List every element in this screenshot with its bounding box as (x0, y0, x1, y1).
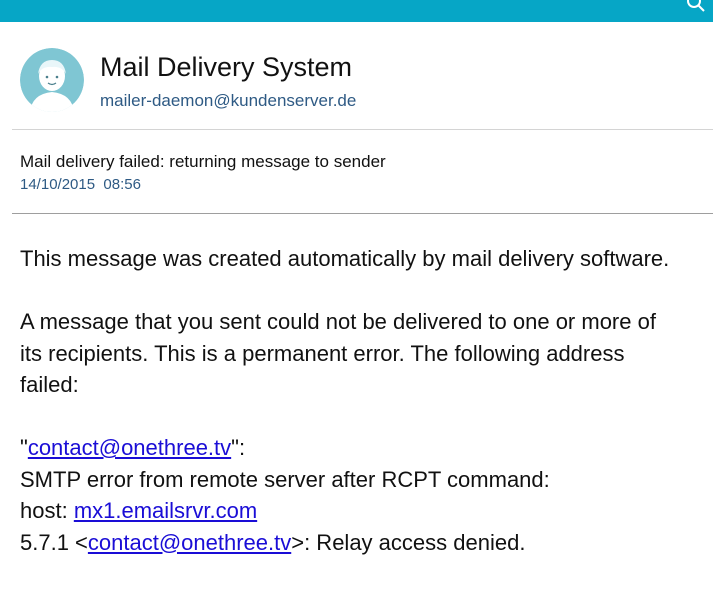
header-divider (12, 129, 713, 130)
code-suffix: >: Relay access denied. (291, 529, 526, 555)
user-avatar-icon[interactable] (20, 48, 84, 112)
body-divider (12, 213, 713, 214)
body-paragraph-line: A message that you sent could not be del… (20, 309, 656, 334)
sender-email[interactable]: mailer-daemon@kundenserver.de (100, 91, 356, 111)
code-address-link[interactable]: contact@onethree.tv (88, 530, 291, 555)
body-paragraph-line: its recipients. This is a permanent erro… (20, 340, 625, 366)
code-prefix: 5.7.1 < (20, 529, 88, 555)
app-bar (0, 0, 713, 22)
message-subject: Mail delivery failed: returning message … (20, 152, 386, 171)
search-icon[interactable] (685, 0, 707, 14)
message-date-time: 14/10/2015 08:56 (20, 176, 141, 193)
host-link[interactable]: mx1.emailsrvr.com (74, 498, 257, 523)
failed-address-line: "contact@onethree.tv": (20, 432, 700, 464)
quote-close: ": (231, 435, 246, 460)
body-paragraph-line: failed: (20, 372, 79, 397)
sender-header: Mail Delivery System mailer-daemon@kunde… (0, 22, 713, 129)
host-label: host: (20, 498, 74, 523)
host-line: host: mx1.emailsrvr.com (20, 495, 700, 527)
message-body: This message was created automatically b… (20, 243, 700, 558)
sender-name: Mail Delivery System (100, 52, 353, 82)
error-code-line: 5.7.1 <contact@onethree.tv>: Relay acces… (20, 527, 700, 559)
quote-open: " (20, 435, 28, 460)
smtp-error-line: SMTP error from remote server after RCPT… (20, 466, 550, 492)
body-intro: This message was created automatically b… (20, 246, 670, 271)
failed-address-link[interactable]: contact@onethree.tv (28, 435, 231, 460)
